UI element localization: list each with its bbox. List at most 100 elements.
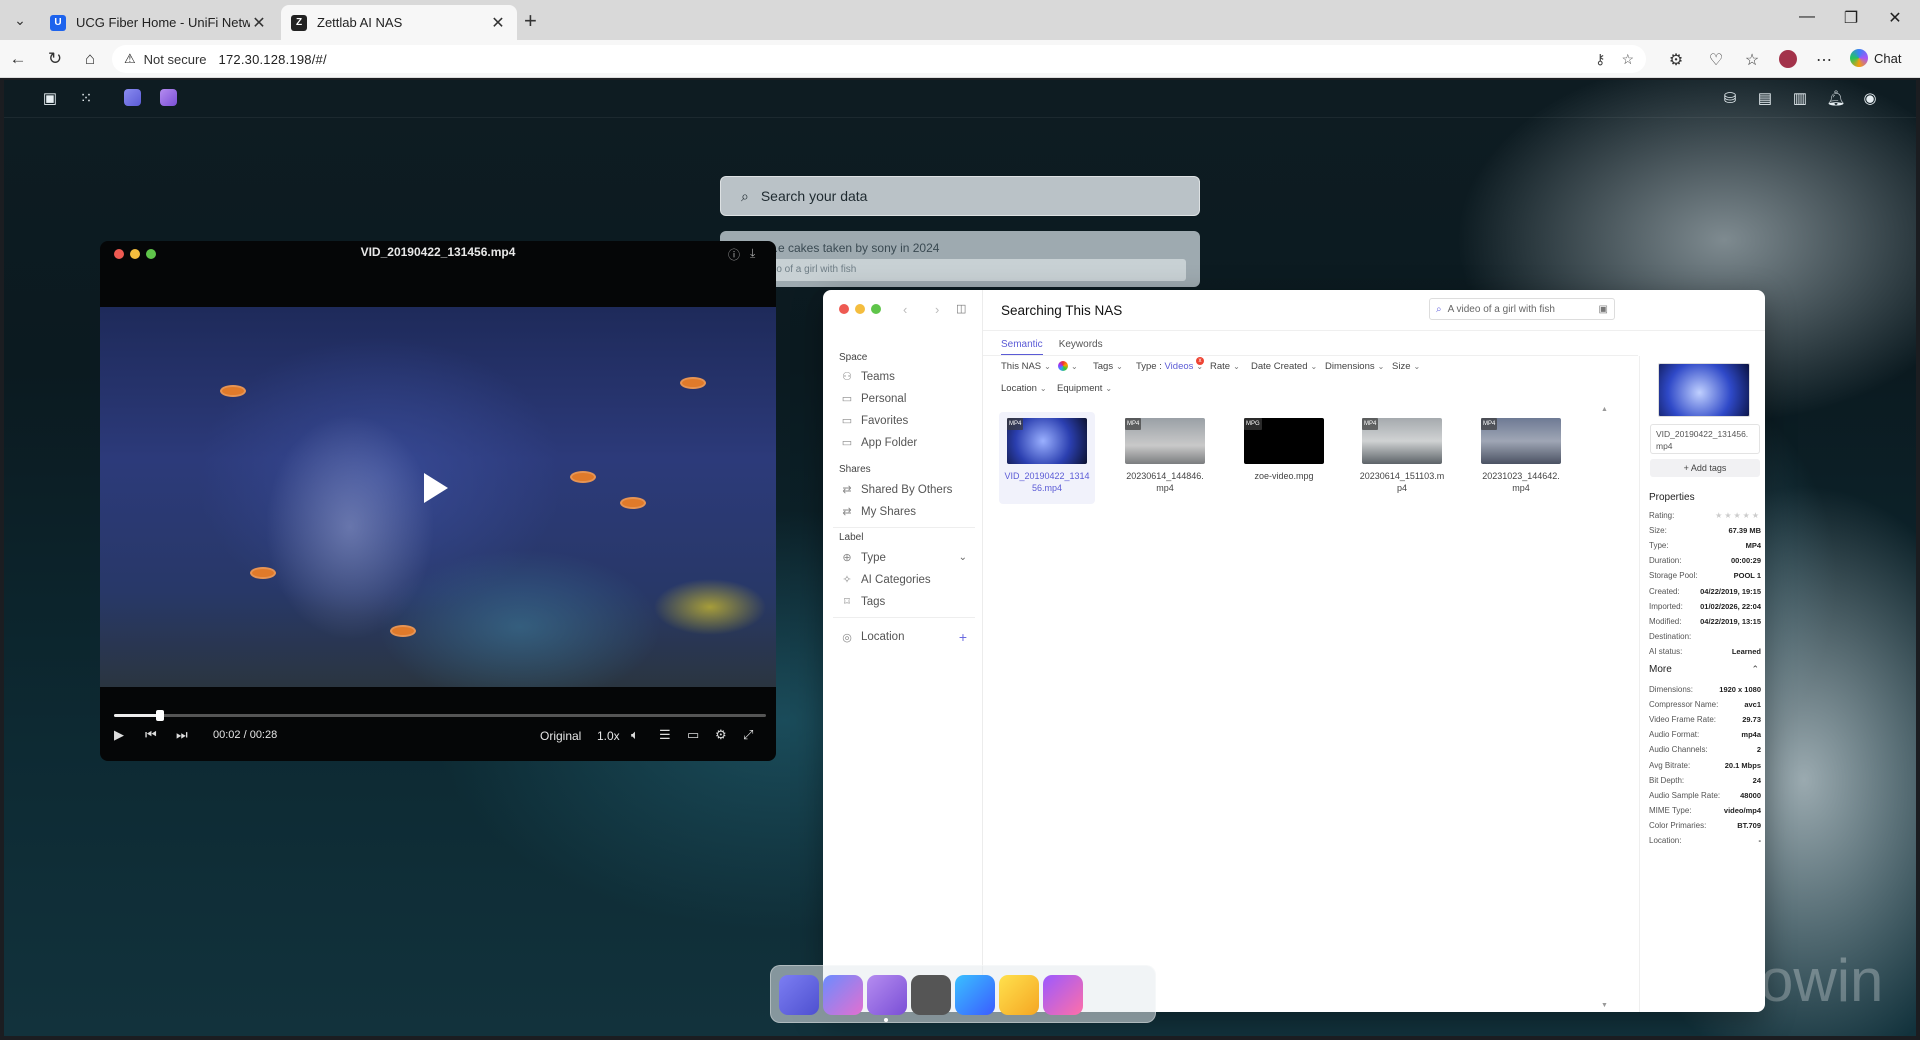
dock-zettlab-app-icon[interactable]: [823, 975, 863, 1015]
filter-color[interactable]: ⌄: [1058, 361, 1078, 372]
scroll-up-icon[interactable]: ▲: [1601, 406, 1608, 413]
settings-gear-icon[interactable]: ⚙: [715, 727, 727, 743]
dock-folder-app-icon[interactable]: [867, 975, 907, 1015]
camera-search-icon[interactable]: ▣: [1599, 304, 1608, 315]
app-grid-icon[interactable]: ⁙: [76, 89, 96, 109]
file-item[interactable]: MP4 20231023_144642. mp4: [1473, 412, 1569, 494]
next-icon[interactable]: ⏭: [176, 727, 188, 743]
home-icon[interactable]: ⌂: [80, 49, 100, 69]
file-item[interactable]: MP4 20230614_151103.m p4: [1354, 412, 1450, 494]
download-icon[interactable]: ⤓: [750, 246, 755, 261]
detail-file-name[interactable]: VID_20190422_131456.mp4: [1650, 424, 1760, 454]
history-arrows[interactable]: ‹ ›: [903, 302, 951, 317]
dock-ai-app-icon[interactable]: [955, 975, 995, 1015]
suggestion-item[interactable]: ...o of a girl with fish: [760, 259, 1186, 281]
profile-avatar-icon[interactable]: [1778, 50, 1798, 73]
info-icon[interactable]: ⓘ: [728, 246, 740, 263]
back-arrow-icon[interactable]: ←: [8, 49, 28, 69]
dock-settings-app-icon[interactable]: [911, 975, 951, 1015]
sidebar-item-teams[interactable]: ⚇ Teams: [841, 370, 967, 384]
minimize-dot-icon[interactable]: [855, 304, 865, 314]
task-manager-icon[interactable]: ▤: [1755, 89, 1775, 109]
filter-type[interactable]: Type : Videos ⌄: [1136, 361, 1203, 372]
restore-icon[interactable]: ❐: [1828, 8, 1874, 28]
favorite-star-icon[interactable]: ☆: [1621, 51, 1634, 68]
new-tab-plus-icon[interactable]: +: [524, 8, 537, 34]
dock-k-app-icon[interactable]: [999, 975, 1039, 1015]
video-frame[interactable]: [100, 307, 776, 687]
file-item[interactable]: MP4 20230614_144846. mp4: [1117, 412, 1213, 494]
show-desktop-icon[interactable]: ▣: [40, 89, 60, 109]
sidebar-item-app-folder[interactable]: ▭ App Folder: [841, 436, 967, 450]
document-app-icon[interactable]: [160, 89, 177, 106]
widgets-icon[interactable]: ▥: [1790, 89, 1810, 109]
speed-button[interactable]: 1.0x: [597, 729, 620, 743]
filter-date-created[interactable]: Date Created ⌄: [1251, 361, 1317, 372]
fullscreen-icon[interactable]: ⤢: [743, 727, 753, 743]
volume-icon[interactable]: 🔈︎: [631, 727, 639, 743]
close-tab-icon[interactable]: ✕: [250, 13, 268, 33]
filter-tags[interactable]: Tags ⌄: [1093, 361, 1123, 372]
playlist-icon[interactable]: ☰: [659, 727, 671, 743]
key-icon[interactable]: ⚷: [1595, 51, 1605, 68]
filter-size[interactable]: Size ⌄: [1392, 361, 1420, 372]
seek-handle[interactable]: [155, 710, 164, 721]
filter-dimensions[interactable]: Dimensions ⌄: [1325, 361, 1384, 372]
sidebar-item-my-shares[interactable]: ⇄ My Shares: [841, 505, 967, 519]
copilot-chat-button[interactable]: Chat: [1850, 49, 1901, 67]
seek-bar[interactable]: [114, 710, 766, 721]
tab-semantic[interactable]: Semantic: [1001, 339, 1043, 355]
play-overlay-icon[interactable]: [424, 473, 448, 503]
notification-bell-icon[interactable]: 🔔︎: [1826, 89, 1846, 109]
desktop-search-box[interactable]: ⌕ Search your data: [720, 176, 1200, 216]
suggestion-item[interactable]: ...e cakes taken by sony in 2024: [768, 241, 939, 255]
file-name: VID_20190422_1314: [1004, 471, 1090, 481]
quality-button[interactable]: Original: [540, 729, 581, 743]
chevron-down-icon[interactable]: ⌄: [959, 552, 967, 563]
scroll-down-icon[interactable]: ▼: [1601, 1002, 1608, 1009]
filter-rate[interactable]: Rate ⌄: [1210, 361, 1240, 372]
minimize-icon[interactable]: —: [1784, 8, 1830, 26]
sidebar-item-favorites[interactable]: ▭ Favorites: [841, 414, 967, 428]
filter-location[interactable]: Location ⌄: [1001, 383, 1047, 394]
tab-keywords[interactable]: Keywords: [1059, 339, 1103, 355]
storage-icon[interactable]: ⛁: [1720, 89, 1740, 109]
sidebar-item-shared-by-others[interactable]: ⇄ Shared By Others: [841, 483, 967, 497]
play-icon[interactable]: ▶: [114, 727, 124, 743]
sidebar-item-type[interactable]: ⊕ Type ⌄: [841, 551, 967, 565]
close-dot-icon[interactable]: [839, 304, 849, 314]
browser-essentials-icon[interactable]: ♡: [1706, 50, 1726, 70]
extensions-puzzle-icon[interactable]: ⚙: [1666, 50, 1686, 70]
sidebar-item-tags[interactable]: ⌑ Tags: [841, 595, 967, 609]
sidebar-toggle-icon[interactable]: ◫: [956, 302, 966, 315]
chevron-up-icon[interactable]: ⌃: [1751, 664, 1759, 675]
previous-icon[interactable]: ⏮: [145, 727, 157, 743]
rating-stars[interactable]: ★★★★★: [1715, 511, 1761, 520]
sidebar-item-ai-categories[interactable]: ✧ AI Categories: [841, 573, 967, 587]
more-menu-icon[interactable]: ⋯: [1814, 50, 1834, 70]
maximize-dot-icon[interactable]: [871, 304, 881, 314]
reload-icon[interactable]: ↻: [45, 49, 65, 69]
close-window-icon[interactable]: ✕: [1872, 8, 1918, 28]
tab-zettlab[interactable]: Z Zettlab AI NAS ✕: [281, 5, 517, 40]
collections-icon[interactable]: ☆: [1742, 50, 1762, 70]
user-account-icon[interactable]: ◉: [1860, 89, 1880, 109]
address-field[interactable]: ⚠ Not secure 172.30.128.198/#/ ⚷ ☆: [112, 45, 1646, 73]
filter-this-nas[interactable]: This NAS ⌄: [1001, 361, 1051, 372]
sidebar-item-personal[interactable]: ▭ Personal: [841, 392, 967, 406]
filter-equipment[interactable]: Equipment ⌄: [1057, 383, 1112, 394]
clear-filter-badge[interactable]: x: [1196, 357, 1204, 365]
sidebar-item-location[interactable]: ◎ Location +: [841, 629, 967, 645]
file-item[interactable]: MP4 VID_20190422_1314 56.mp4: [999, 412, 1095, 504]
tab-list-chevron-icon[interactable]: ⌄: [8, 8, 32, 32]
dock-photos-app-icon[interactable]: [1043, 975, 1083, 1015]
file-item[interactable]: MPG zoe-video.mpg: [1236, 412, 1332, 482]
window-search-input[interactable]: ⌕ A video of a girl with fish ▣: [1429, 298, 1615, 320]
add-tags-button[interactable]: + Add tags: [1650, 459, 1760, 477]
close-tab-icon[interactable]: ✕: [489, 13, 507, 33]
dock-files-app-icon[interactable]: [779, 975, 819, 1015]
file-manager-app-icon[interactable]: [124, 89, 141, 106]
add-location-icon[interactable]: +: [959, 629, 967, 645]
tab-unifi[interactable]: U UCG Fiber Home - UniFi Network ✕: [40, 5, 278, 40]
picture-in-picture-icon[interactable]: ▭: [687, 727, 699, 743]
